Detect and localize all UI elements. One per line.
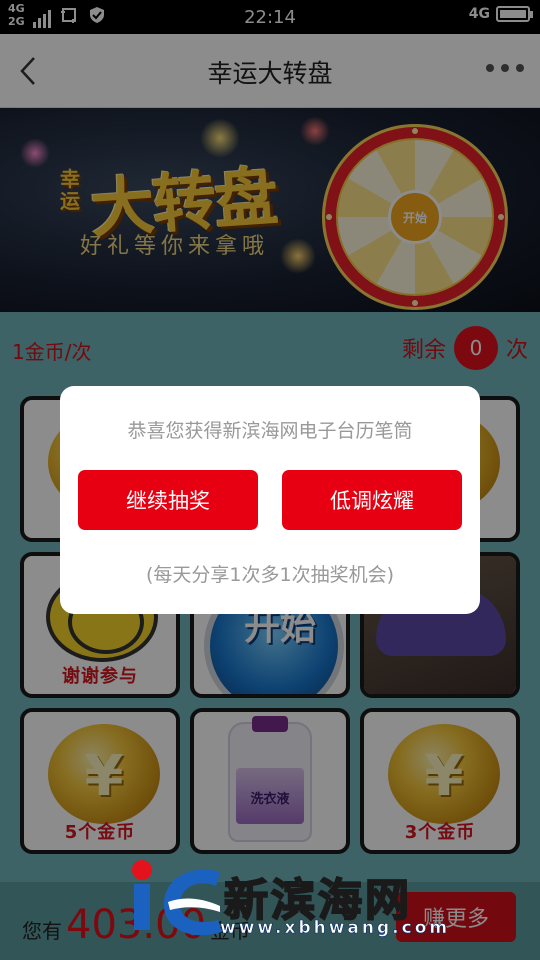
dialog-note: (每天分享1次多1次抽奖机会)	[145, 564, 394, 586]
site-watermark: 新滨海网 www.xbhwang.com	[124, 858, 524, 944]
dialog-message: 恭喜您获得新滨海网电子台历笔筒	[127, 420, 413, 442]
site-logo-icon	[132, 860, 222, 936]
watermark-url: www.xbhwang.com	[220, 918, 451, 939]
result-dialog: 恭喜您获得新滨海网电子台历笔筒 继续抽奖 低调炫耀 (每天分享1次多1次抽奖机会…	[60, 386, 480, 614]
share-button[interactable]: 低调炫耀	[282, 470, 462, 530]
continue-draw-button[interactable]: 继续抽奖	[78, 470, 258, 530]
